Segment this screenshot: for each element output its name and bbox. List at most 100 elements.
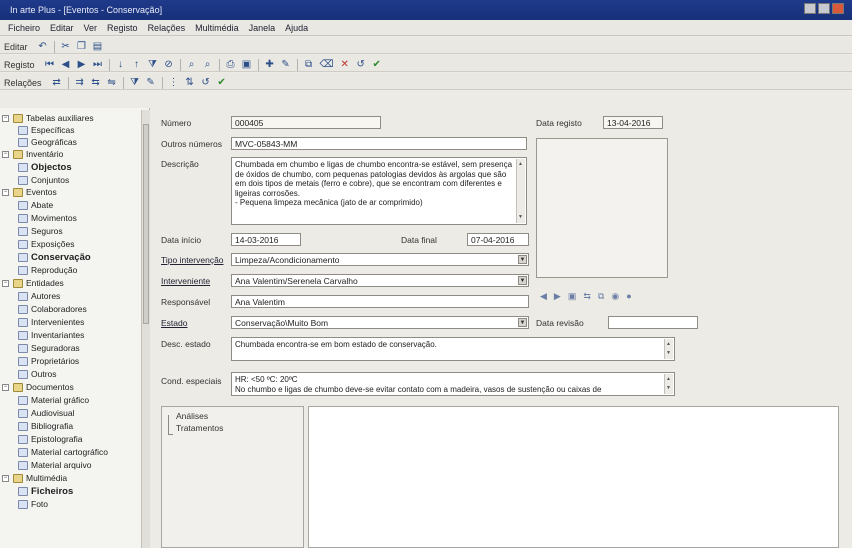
menu-janela[interactable]: Janela	[249, 23, 276, 35]
estado-label[interactable]: Estado	[161, 318, 187, 328]
responsavel-field[interactable]: Ana Valentim	[231, 295, 529, 308]
relation-undo-icon[interactable]: ↺	[201, 77, 211, 88]
image-add-icon[interactable]: ▣	[568, 291, 577, 302]
new-record-icon[interactable]: ✚	[265, 59, 275, 70]
tree-item-ficheiros[interactable]: Ficheiros	[18, 485, 73, 497]
print-preview-icon[interactable]: ▣	[242, 59, 252, 70]
tree-item-conjuntos[interactable]: Conjuntos	[18, 174, 69, 186]
relation-confirm-icon[interactable]: ✔	[217, 77, 227, 88]
scroll-up-icon[interactable]: ▲	[518, 160, 523, 170]
minimize-button[interactable]	[804, 3, 816, 14]
tree-item-multimedia[interactable]: − Multimédia	[2, 472, 67, 484]
find-icon[interactable]: ⌕	[187, 59, 197, 70]
desc-estado-textarea[interactable]: Chumbada encontra-se em bom estado de co…	[231, 337, 675, 361]
descricao-textarea[interactable]: Chumbada em chumbo e ligas de chumbo enc…	[231, 157, 527, 225]
tree-item-material-cartografico[interactable]: Material cartográfico	[18, 446, 108, 458]
relation-edit-icon[interactable]: ✎	[146, 77, 156, 88]
scroll-down-icon[interactable]: ▼	[518, 213, 523, 223]
tipo-intervencao-select[interactable]: Limpeza/Acondicionamento ▼	[231, 253, 529, 266]
edit-record-icon[interactable]: ✎	[281, 59, 291, 70]
paste-icon[interactable]: ▤	[93, 41, 103, 52]
tree-item-tratamentos[interactable]: Tratamentos	[176, 423, 223, 433]
image-preview-pane[interactable]	[536, 138, 668, 278]
copy-record-icon[interactable]: ⧉	[304, 59, 314, 70]
undo-record-icon[interactable]: ↺	[356, 59, 366, 70]
tree-item-colaboradores[interactable]: Colaboradores	[18, 303, 87, 315]
close-button[interactable]	[832, 3, 844, 14]
relation-tree-icon[interactable]: ⋮	[169, 77, 179, 88]
undo-icon[interactable]: ↶	[38, 41, 48, 52]
tree-scrollbar[interactable]	[141, 110, 150, 548]
tree-item-exposicoes[interactable]: Exposições	[18, 238, 74, 250]
estado-select[interactable]: Conservação\Muito Bom ▼	[231, 316, 529, 329]
collapse-icon[interactable]: −	[2, 279, 9, 287]
dropdown-arrow-icon[interactable]: ▼	[518, 276, 527, 285]
tree-item-abate[interactable]: Abate	[18, 199, 53, 211]
cond-especiais-textarea[interactable]: HR: <50 ºC: 20ºC No chumbo e ligas de ch…	[231, 372, 675, 396]
dropdown-arrow-icon[interactable]: ▼	[518, 255, 527, 264]
cut-icon[interactable]: ✂	[61, 41, 71, 52]
tree-item-material-grafico[interactable]: Material gráfico	[18, 394, 89, 406]
delete-record-icon[interactable]: ⌫	[320, 59, 334, 70]
maximize-button[interactable]	[818, 3, 830, 14]
collapse-icon[interactable]: −	[2, 114, 9, 122]
menu-editar[interactable]: Editar	[50, 23, 74, 35]
filter-clear-icon[interactable]: ⊘	[164, 59, 174, 70]
relation-filter-icon[interactable]: ⧩	[130, 77, 140, 88]
tree-item-epistolografia[interactable]: Epistolografia	[18, 433, 83, 445]
data-final-field[interactable]: 07-04-2016	[467, 233, 529, 246]
tree-item-material-arquivo[interactable]: Material arquivo	[18, 459, 91, 471]
image-previous-icon[interactable]: ◀	[540, 291, 547, 302]
tree-item-objectos[interactable]: Objectos	[18, 161, 72, 173]
relation-move-icon[interactable]: ⇅	[185, 77, 195, 88]
desc-estado-scrollbar[interactable]: ▲ ▼	[664, 339, 673, 359]
data-registo-field[interactable]: 13-04-2016	[603, 116, 663, 129]
relation-add-icon[interactable]: ⇉	[75, 77, 85, 88]
image-copy-icon[interactable]: ⧉	[598, 291, 604, 302]
image-view-icon[interactable]: ◉	[611, 291, 619, 302]
scroll-down-icon[interactable]: ▼	[666, 349, 671, 359]
tree-item-reproducao[interactable]: Reprodução	[18, 264, 77, 276]
tree-item-inventariantes[interactable]: Inventariantes	[18, 329, 84, 341]
tree-item-seguradoras[interactable]: Seguradoras	[18, 342, 80, 354]
tree-item-especificas[interactable]: Específicas	[18, 124, 74, 136]
tree-item-movimentos[interactable]: Movimentos	[18, 212, 77, 224]
sort-descending-icon[interactable]: ↑	[132, 59, 142, 70]
relation-icon[interactable]: ⇄	[52, 77, 62, 88]
tree-item-foto[interactable]: Foto	[18, 498, 48, 510]
menu-ajuda[interactable]: Ajuda	[285, 23, 308, 35]
collapse-icon[interactable]: −	[2, 474, 9, 482]
menu-ver[interactable]: Ver	[84, 23, 98, 35]
collapse-icon[interactable]: −	[2, 188, 9, 196]
tipo-intervencao-label[interactable]: Tipo intervenção	[161, 255, 224, 265]
scroll-down-icon[interactable]: ▼	[666, 384, 671, 394]
find-next-icon[interactable]: ⌕	[203, 59, 213, 70]
tree-item-analises[interactable]: Análises	[176, 411, 208, 421]
outros-numeros-field[interactable]: MVC-05843-MM	[231, 137, 527, 150]
relation-remove-icon[interactable]: ⇋	[107, 77, 117, 88]
menu-relacoes[interactable]: Relações	[148, 23, 186, 35]
image-delete-icon[interactable]: ●	[626, 291, 631, 301]
relation-link-icon[interactable]: ⇆	[91, 77, 101, 88]
last-record-icon[interactable]: ⏭	[93, 59, 103, 70]
first-record-icon[interactable]: ⏮	[45, 59, 55, 70]
interveniente-label[interactable]: Interveniente	[161, 276, 210, 286]
tree-item-seguros[interactable]: Seguros	[18, 225, 63, 237]
tree-scrollbar-thumb[interactable]	[143, 124, 149, 324]
filter-icon[interactable]: ⧩	[148, 59, 158, 70]
print-icon[interactable]: ⎙	[226, 59, 236, 70]
cond-especiais-scrollbar[interactable]: ▲ ▼	[664, 374, 673, 394]
tree-item-entidades[interactable]: − Entidades	[2, 277, 64, 289]
tree-item-geograficas[interactable]: Geográficas	[18, 136, 77, 148]
tree-item-tabelas-auxiliares[interactable]: − Tabelas auxiliares	[2, 112, 94, 124]
sort-ascending-icon[interactable]: ↓	[116, 59, 126, 70]
tree-item-bibliografia[interactable]: Bibliografia	[18, 420, 73, 432]
tree-item-proprietarios[interactable]: Proprietários	[18, 355, 79, 367]
tree-item-outros[interactable]: Outros	[18, 368, 57, 380]
tree-item-intervenientes[interactable]: Intervenientes	[18, 316, 84, 328]
tree-item-audiovisual[interactable]: Audiovisual	[18, 407, 74, 419]
descricao-scrollbar[interactable]: ▲ ▼	[516, 159, 525, 223]
cancel-icon[interactable]: ✕	[340, 59, 350, 70]
collapse-icon[interactable]: −	[2, 383, 9, 391]
image-link-icon[interactable]: ⇆	[583, 291, 591, 302]
